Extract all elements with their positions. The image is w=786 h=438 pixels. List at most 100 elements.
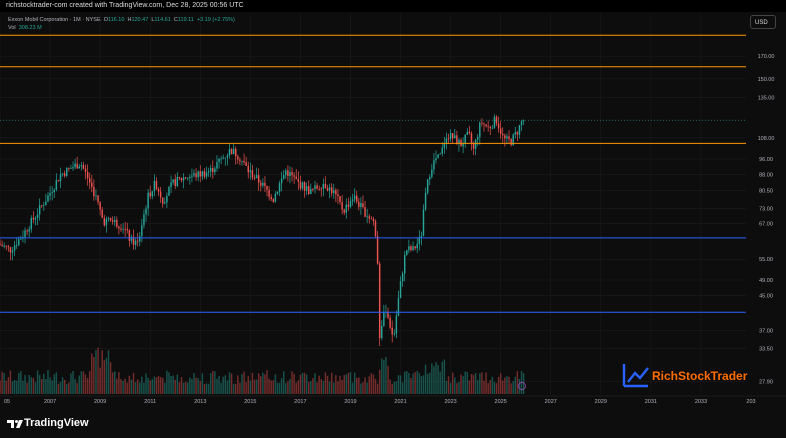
candle-body — [235, 148, 237, 157]
price-axis[interactable]: 27.90 33.50 37.00 45.00 49.00 55.00 67.00 73.00… — [746, 0, 786, 396]
volume-bar — [456, 383, 458, 394]
candle-body — [343, 209, 345, 213]
candle-body — [295, 176, 297, 180]
candle-body — [353, 195, 356, 200]
volume-bar — [170, 376, 172, 394]
candle-body — [510, 138, 512, 146]
candle-body — [61, 173, 64, 175]
volume-bar — [7, 377, 10, 394]
candle-body — [101, 209, 103, 218]
candle-body — [351, 199, 354, 202]
volume-legend: Vol 308.23 M — [8, 25, 42, 31]
volume-bar — [205, 383, 208, 394]
volume-bar — [253, 379, 256, 394]
volume-bar — [84, 374, 87, 394]
volume-bar — [111, 372, 114, 394]
volume-bar — [199, 381, 201, 394]
candle-body — [214, 168, 216, 173]
volume-bar — [451, 372, 454, 394]
candle-body — [326, 188, 329, 191]
candle-body — [355, 195, 358, 202]
time-tick-label: 2007 — [44, 399, 56, 405]
credit-text: richstocktrader-com created with Trading… — [6, 2, 244, 9]
candle-body — [143, 214, 145, 226]
candle-body — [320, 188, 322, 190]
volume-bar — [230, 373, 233, 394]
volume-bar — [255, 379, 258, 394]
volume-bar — [424, 364, 427, 394]
volume-bar — [86, 378, 89, 394]
candle-body — [166, 195, 168, 203]
tradingview-brand[interactable]: TradingView — [24, 417, 89, 429]
candle-body — [157, 189, 160, 192]
candle-body — [429, 177, 431, 180]
tradingview-logo-icon[interactable] — [6, 418, 24, 430]
volume-bar — [30, 377, 33, 394]
candle-body — [159, 191, 162, 198]
candle-body — [476, 137, 479, 140]
volume-bar — [370, 373, 373, 394]
volume-bar — [155, 377, 158, 394]
volume-bar — [351, 382, 354, 394]
candle-body — [474, 139, 477, 149]
candle-body — [506, 136, 508, 139]
volume-bar — [297, 380, 300, 394]
candle-body — [414, 246, 416, 249]
volume-bar — [34, 382, 37, 394]
volume-bar — [466, 372, 469, 394]
candle-body — [0, 243, 1, 245]
volume-bar — [393, 381, 396, 394]
volume-bar — [159, 377, 162, 394]
time-tick-label: 2009 — [94, 399, 106, 405]
volume-bar — [289, 379, 291, 394]
volume-bar — [268, 378, 270, 394]
currency-button[interactable]: USD — [750, 15, 776, 29]
candle-body — [391, 327, 393, 335]
volume-bar — [116, 378, 118, 394]
volume-bar — [481, 372, 483, 394]
volume-bar — [143, 382, 145, 394]
volume-bar — [470, 374, 473, 394]
volume-bar — [514, 376, 517, 394]
time-tick-label: 2031 — [645, 399, 657, 405]
volume-bar — [295, 382, 297, 394]
volume-bar — [399, 375, 402, 394]
volume-bar — [118, 372, 120, 394]
candle-body — [293, 175, 295, 177]
candle-body — [220, 158, 222, 160]
candle-body — [362, 203, 364, 208]
volume-bar — [408, 372, 410, 394]
volume-bar — [322, 380, 325, 394]
candle-body — [130, 236, 133, 241]
volume-bar — [141, 376, 143, 394]
candle-body — [205, 172, 208, 177]
candle-body — [195, 173, 197, 178]
volume-bar — [249, 380, 252, 394]
time-tick-label: 2033 — [695, 399, 707, 405]
volume-bar — [378, 369, 381, 394]
candle-body — [178, 176, 181, 179]
candle-body — [395, 315, 398, 334]
candle-body — [184, 177, 187, 179]
candle-body — [401, 273, 404, 282]
candle-body — [187, 177, 189, 179]
volume-bar — [191, 378, 193, 394]
volume-bar — [349, 372, 352, 394]
candle-body — [266, 185, 268, 190]
volume-bar — [38, 375, 41, 394]
volume-bar — [180, 377, 183, 394]
candle-body — [230, 149, 233, 155]
volume-bar — [209, 373, 212, 394]
volume-bar — [449, 382, 452, 394]
volume-bar — [360, 383, 362, 394]
volume-bar — [422, 375, 425, 394]
volume-bar — [479, 373, 481, 394]
volume-bar — [134, 382, 137, 394]
candle-body — [439, 153, 441, 155]
volume-bar — [385, 356, 387, 394]
volume-bar — [403, 371, 406, 394]
candle-body — [120, 228, 122, 230]
candle-body — [364, 207, 366, 217]
candle-body — [280, 178, 283, 184]
candle-body — [322, 183, 325, 190]
